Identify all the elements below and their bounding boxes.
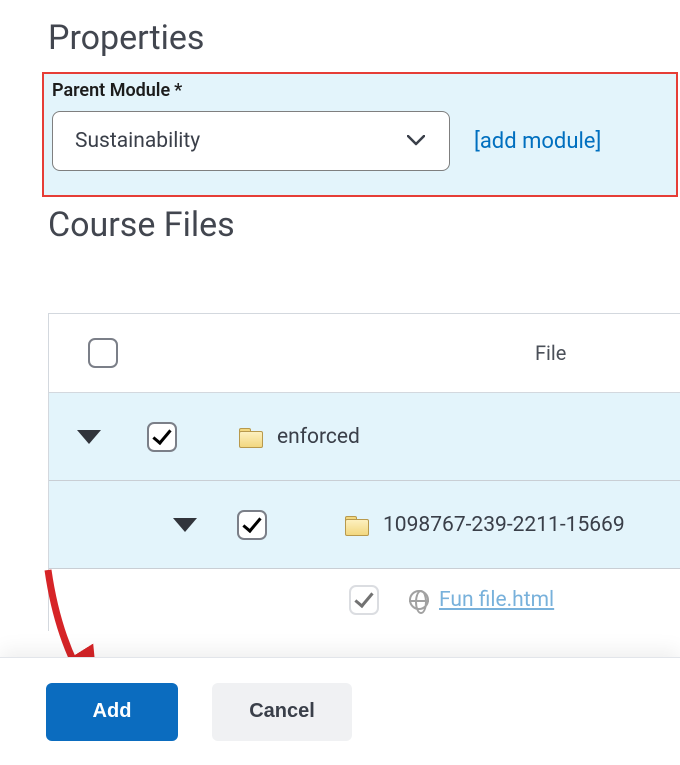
expand-toggle-icon[interactable] — [77, 430, 101, 444]
globe-icon — [409, 590, 429, 610]
properties-heading: Properties — [0, 0, 680, 72]
file-table: File enforced 1098767-239-2211-15669 Fun… — [48, 313, 680, 631]
parent-module-value: Sustainability — [75, 129, 200, 153]
parent-module-label-text: Parent Module — [52, 80, 170, 101]
row-label: enforced — [277, 425, 360, 449]
row-checkbox[interactable] — [237, 510, 267, 540]
table-row: enforced — [49, 393, 680, 481]
folder-icon — [345, 516, 369, 534]
expand-toggle-icon[interactable] — [173, 518, 197, 532]
row-checkbox[interactable] — [147, 422, 177, 452]
parent-module-select[interactable]: Sustainability — [52, 111, 450, 171]
footer: Add Cancel — [0, 657, 680, 765]
select-all-checkbox[interactable] — [88, 338, 118, 368]
cancel-button[interactable]: Cancel — [212, 683, 352, 741]
table-row: 1098767-239-2211-15669 — [49, 481, 680, 569]
chevron-down-icon — [407, 135, 425, 147]
row-label: 1098767-239-2211-15669 — [383, 513, 625, 537]
required-asterisk: * — [174, 80, 182, 101]
table-row: Fun file.html — [49, 569, 680, 631]
file-link[interactable]: Fun file.html — [439, 588, 554, 612]
course-files-heading: Course Files — [0, 197, 680, 245]
row-checkbox[interactable] — [349, 585, 379, 615]
parent-module-section: Parent Module * Sustainability [add modu… — [42, 72, 678, 197]
add-module-link[interactable]: [add module] — [474, 129, 601, 154]
file-column-header: File — [535, 341, 566, 365]
add-button[interactable]: Add — [46, 683, 178, 741]
parent-module-label: Parent Module * — [52, 80, 668, 101]
folder-icon — [239, 428, 263, 446]
table-header-row: File — [49, 313, 680, 393]
